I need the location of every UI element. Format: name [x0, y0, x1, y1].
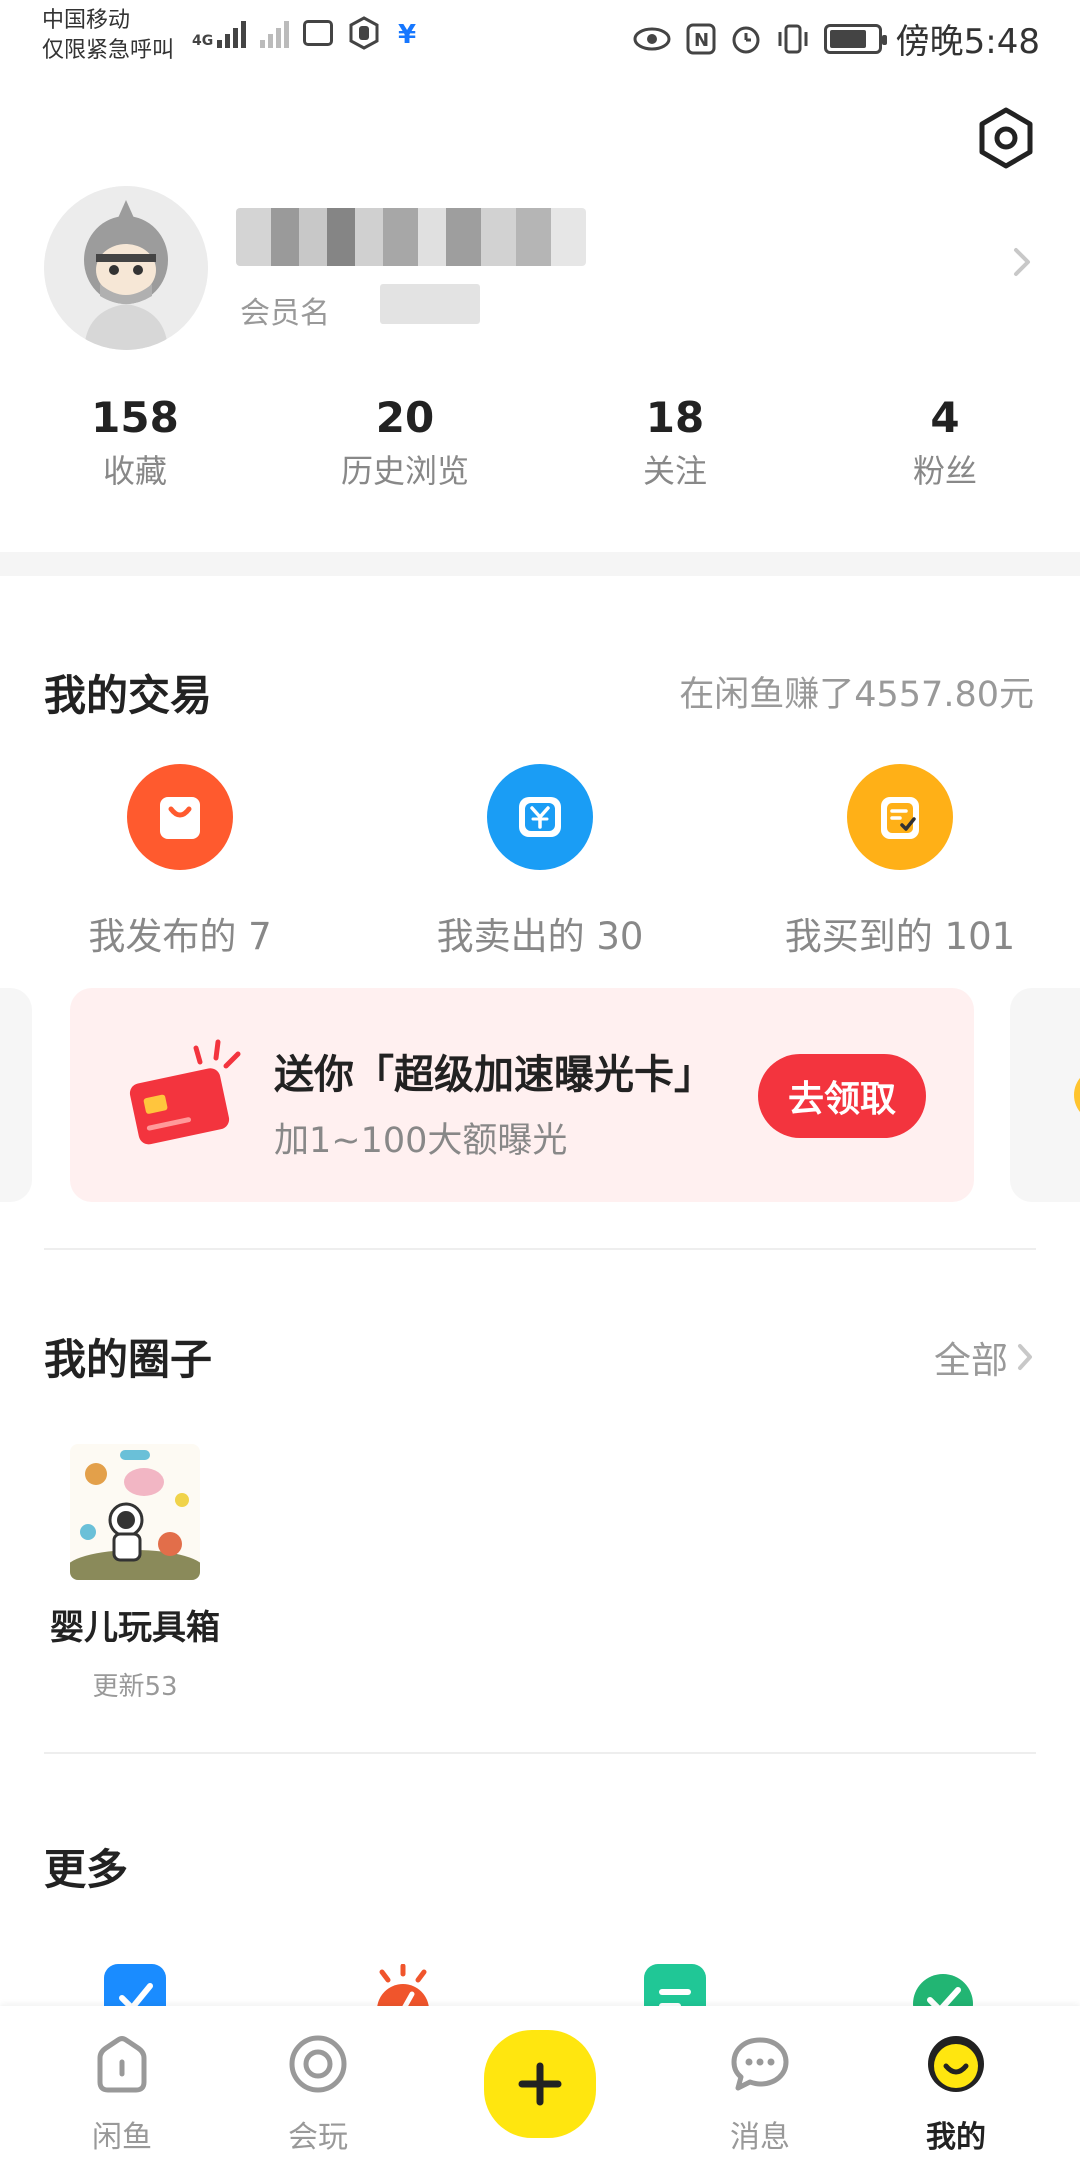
stat-label: 粉丝 — [912, 452, 977, 490]
promo-card-next[interactable] — [1010, 988, 1080, 1202]
status-icons-right: N 傍晚5:48 — [632, 14, 1040, 63]
divider — [44, 1248, 1036, 1250]
chevron-right-icon — [1018, 1344, 1032, 1370]
stat-value: 20 — [375, 393, 435, 442]
astronaut-illustration-icon — [70, 1444, 200, 1580]
tab-label: 消息 — [730, 2120, 790, 2155]
publish-button[interactable] — [484, 2030, 596, 2138]
status-icons-left: 4G ¥ — [192, 16, 423, 50]
stat-value: 18 — [645, 393, 705, 442]
trade-sold[interactable]: 我卖出的 30 — [370, 764, 710, 960]
tab-home[interactable]: 闲鱼 — [62, 2032, 182, 2156]
stat-following[interactable]: 18 关注 — [540, 392, 810, 496]
claim-button[interactable]: 去领取 — [758, 1054, 926, 1138]
briefcase-icon — [303, 20, 334, 46]
bottom-tab-bar: 闲鱼 会玩 消息 我的 — [0, 2006, 1080, 2160]
carrier-name: 中国移动 — [42, 8, 131, 33]
section-separator — [0, 552, 1080, 576]
nfc-icon: N — [686, 23, 716, 54]
order-icon — [847, 764, 953, 870]
eye-icon — [633, 27, 671, 50]
document-icon[interactable] — [644, 1964, 706, 2012]
promo-card-prev[interactable] — [0, 988, 32, 1202]
tab-play[interactable]: 会玩 — [258, 2032, 378, 2156]
credit-card-icon — [129, 1039, 241, 1145]
home-icon — [97, 2036, 147, 2093]
circle-thumbnail[interactable] — [70, 1444, 200, 1580]
alarm-bell-icon[interactable] — [372, 1964, 434, 2012]
stat-label: 历史浏览 — [340, 452, 469, 490]
settings-gear-icon[interactable] — [974, 106, 1038, 170]
stat-fans[interactable]: 4 粉丝 — [810, 392, 1080, 496]
verified-check-icon[interactable] — [912, 1964, 974, 2012]
promo-banner[interactable]: 送你「超级加速曝光卡」 加1~100大额曝光 去领取 — [70, 988, 974, 1202]
stat-favorites[interactable]: 158 收藏 — [0, 392, 270, 496]
tab-label: 闲鱼 — [92, 2120, 152, 2155]
hand-icon — [349, 16, 379, 50]
svg-text:¥: ¥ — [398, 20, 416, 50]
vibrate-icon — [778, 24, 808, 53]
trade-published[interactable]: 我发布的 7 — [10, 764, 350, 960]
smiley-face-icon — [928, 2036, 984, 2092]
trades-row: 我发布的 7 我卖出的 30 我买到的 101 — [0, 764, 1080, 958]
divider — [44, 1752, 1036, 1754]
chevron-right-icon[interactable] — [1004, 244, 1040, 280]
promo-title: 送你「超级加速曝光卡」 — [274, 1052, 714, 1098]
member-name-blurred — [380, 284, 480, 324]
trade-published-label: 我发布的 7 — [88, 915, 272, 958]
promo-next-icon — [1074, 1068, 1080, 1122]
battery-icon — [823, 23, 887, 54]
alarm-icon — [732, 26, 760, 53]
bag-icon — [127, 764, 233, 870]
trade-bought-label: 我买到的 101 — [784, 915, 1016, 958]
carrier-info: 中国移动 仅限紧急呼叫 — [42, 6, 174, 66]
signal-none-icon — [260, 18, 290, 48]
all-label: 全部 — [934, 1339, 1008, 1382]
earned-summary[interactable]: 在闲鱼赚了4557.80元 — [679, 666, 1034, 717]
target-circle-icon — [289, 2035, 347, 2093]
stat-value: 4 — [930, 393, 960, 442]
status-bar: 中国移动 仅限紧急呼叫 4G ¥ N 傍晚5:48 — [0, 0, 1080, 70]
checkbox-icon[interactable] — [104, 1964, 166, 2012]
circle-update-count: 更新53 — [92, 1672, 178, 1702]
promo-subtitle: 加1~100大额曝光 — [274, 1121, 568, 1161]
clock: 傍晚5:48 — [895, 22, 1040, 62]
trades-title: 我的交易 — [44, 671, 213, 720]
yen-icon — [487, 764, 593, 870]
ninja-avatar-icon — [44, 186, 208, 350]
tab-messages[interactable]: 消息 — [700, 2032, 820, 2156]
alipay-icon: ¥ — [398, 20, 416, 50]
stat-label: 收藏 — [102, 452, 167, 490]
trade-sold-label: 我卖出的 30 — [436, 915, 644, 958]
tab-mine[interactable]: 我的 — [896, 2032, 1016, 2156]
avatar[interactable] — [44, 186, 208, 350]
stat-label: 关注 — [642, 452, 707, 490]
circles-all-link[interactable]: 全部 — [934, 1330, 1036, 1384]
tab-label: 会玩 — [288, 2120, 348, 2155]
tab-label: 我的 — [926, 2120, 986, 2155]
circles-title: 我的圈子 — [44, 1335, 213, 1384]
profile-stats: 158 收藏 20 历史浏览 18 关注 4 粉丝 — [0, 392, 1080, 496]
plus-icon — [518, 2062, 562, 2106]
circle-name[interactable]: 婴儿玩具箱 — [0, 1600, 270, 1649]
chat-bubble-icon — [731, 2037, 789, 2091]
carrier-emergency: 仅限紧急呼叫 — [42, 38, 175, 63]
svg-text:N: N — [694, 30, 709, 51]
stat-history[interactable]: 20 历史浏览 — [270, 392, 540, 496]
trade-bought[interactable]: 我买到的 101 — [730, 764, 1070, 960]
stat-value: 158 — [91, 393, 179, 442]
member-label: 会员名 — [240, 296, 330, 331]
more-title: 更多 — [44, 1845, 129, 1894]
username-blurred[interactable] — [236, 208, 586, 266]
signal-4g-icon: 4G — [192, 18, 247, 48]
